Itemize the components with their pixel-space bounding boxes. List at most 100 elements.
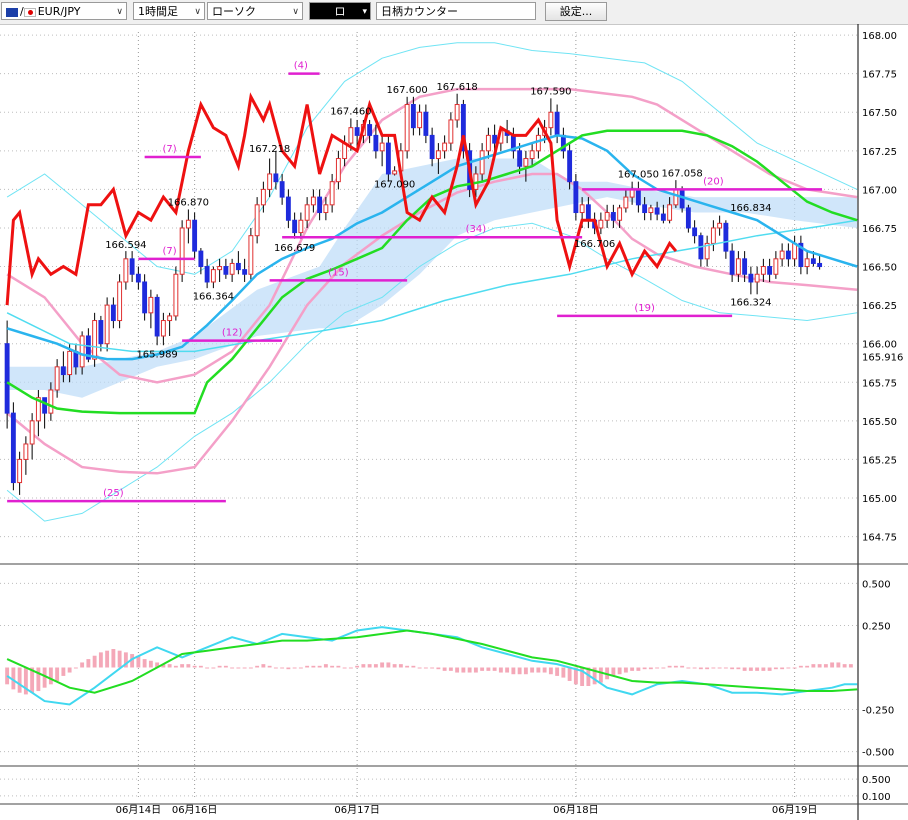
histogram-bar [767, 667, 772, 671]
x-date-label: 06月19日 [772, 804, 817, 816]
histogram-bar [492, 667, 497, 671]
candle-down [517, 150, 523, 167]
counter-field[interactable]: 日柄カウンター [376, 2, 536, 20]
histogram-bar [548, 667, 553, 675]
chart-style-select[interactable]: ローソク ∨ [207, 2, 303, 20]
histogram-bar [667, 665, 672, 668]
settings-button[interactable]: 設定... [545, 2, 607, 21]
candle-down [748, 273, 754, 283]
timeframe-select[interactable]: 1時間足 ∨ [133, 2, 205, 20]
counter-label: (25) [103, 488, 124, 499]
y-tick-label: 164.75 [862, 533, 897, 544]
price-label: 167.600 [386, 85, 427, 96]
symbol-select[interactable]: / EUR/JPY ∨ [1, 2, 127, 20]
histogram-bar [186, 664, 191, 668]
histogram-bar [255, 665, 260, 668]
ichimoku-cloud [7, 158, 858, 398]
candle-up [598, 219, 604, 229]
candles-layer [4, 93, 823, 495]
histogram-bar [380, 662, 385, 668]
candle-down [285, 196, 291, 221]
candle-up [148, 296, 154, 314]
histogram-bar [761, 667, 766, 671]
histogram-bar [17, 667, 22, 693]
histogram-bar [261, 664, 266, 668]
histogram-bar [98, 652, 103, 668]
histogram-bar [92, 655, 97, 668]
candle-up [348, 127, 354, 144]
histogram-bar [823, 664, 828, 668]
toolbar: / EUR/JPY ∨ 1時間足 ∨ ローソク ∨ ロ ▾ 日柄カウンター 設定.… [0, 0, 908, 25]
candle-down [10, 412, 16, 484]
candle-up [548, 111, 554, 129]
histogram-bar [273, 667, 278, 669]
histogram-bar [398, 664, 403, 668]
candle-up [804, 258, 810, 268]
candle-up [92, 320, 98, 360]
macd-line [6, 626, 858, 706]
histogram-bar [323, 664, 328, 668]
histogram-bar [292, 667, 297, 669]
histogram-bar [792, 667, 797, 669]
candle-down [242, 269, 248, 275]
candle-down [429, 134, 435, 160]
candle-up [48, 389, 54, 414]
candle-down [204, 266, 210, 283]
y-tick-label: 168.00 [862, 31, 897, 42]
histogram-bar [798, 665, 803, 668]
histogram-bar [836, 662, 841, 668]
price-label: 166.594 [105, 240, 146, 251]
candle-up [267, 173, 273, 190]
rsi-tick-label: 0.500 [862, 775, 891, 786]
candle-up [448, 119, 454, 144]
histogram-bar [267, 665, 272, 668]
candle-up [735, 258, 741, 275]
x-date-label: 06月18日 [553, 804, 598, 816]
candle-down [198, 250, 204, 268]
price-label: 166.706 [574, 239, 615, 250]
price-label: 167.460 [330, 106, 371, 117]
counter-label: (7) [163, 246, 177, 257]
candle-down [785, 250, 791, 260]
candle-up [54, 366, 60, 391]
x-date-label: 06月17日 [334, 804, 379, 816]
histogram-bar [723, 667, 728, 669]
candle-down [367, 124, 373, 136]
candle-up [248, 235, 254, 275]
candle-down [492, 134, 498, 144]
histogram-bar [348, 667, 353, 669]
counter-label: (4) [294, 61, 308, 72]
candle-up [304, 204, 310, 221]
histogram-bar [73, 667, 78, 669]
histogram-bar [730, 667, 735, 670]
candle-down [554, 111, 560, 136]
histogram-bar [473, 667, 478, 673]
candle-up [260, 188, 266, 206]
histogram-bar [373, 664, 378, 668]
counter-label: (12) [222, 328, 243, 339]
candle-up [23, 443, 29, 460]
price-label: 165.989 [136, 349, 177, 360]
settings-label: 設定... [559, 5, 593, 18]
mode-select[interactable]: ロ ▾ [309, 2, 371, 20]
candle-down [129, 258, 135, 275]
candle-down [660, 213, 666, 221]
eu-flag-icon [6, 7, 18, 17]
rsi-panel [0, 778, 858, 797]
histogram-bar [442, 667, 447, 671]
candle-up [323, 204, 329, 214]
histogram-bar [598, 667, 603, 683]
candle-up [167, 315, 173, 322]
histogram-bar [630, 667, 635, 671]
histogram-bar [430, 667, 435, 669]
candle-down [692, 227, 698, 237]
price-label: 167.618 [436, 82, 477, 93]
histogram-bar [367, 664, 372, 668]
candle-down [767, 266, 773, 275]
candle-up [535, 134, 541, 152]
histogram-bar [173, 665, 178, 668]
y-tick-label: 167.25 [862, 147, 897, 158]
price-label: 166.834 [730, 203, 771, 214]
candle-down [142, 281, 148, 314]
histogram-bar [511, 667, 516, 675]
